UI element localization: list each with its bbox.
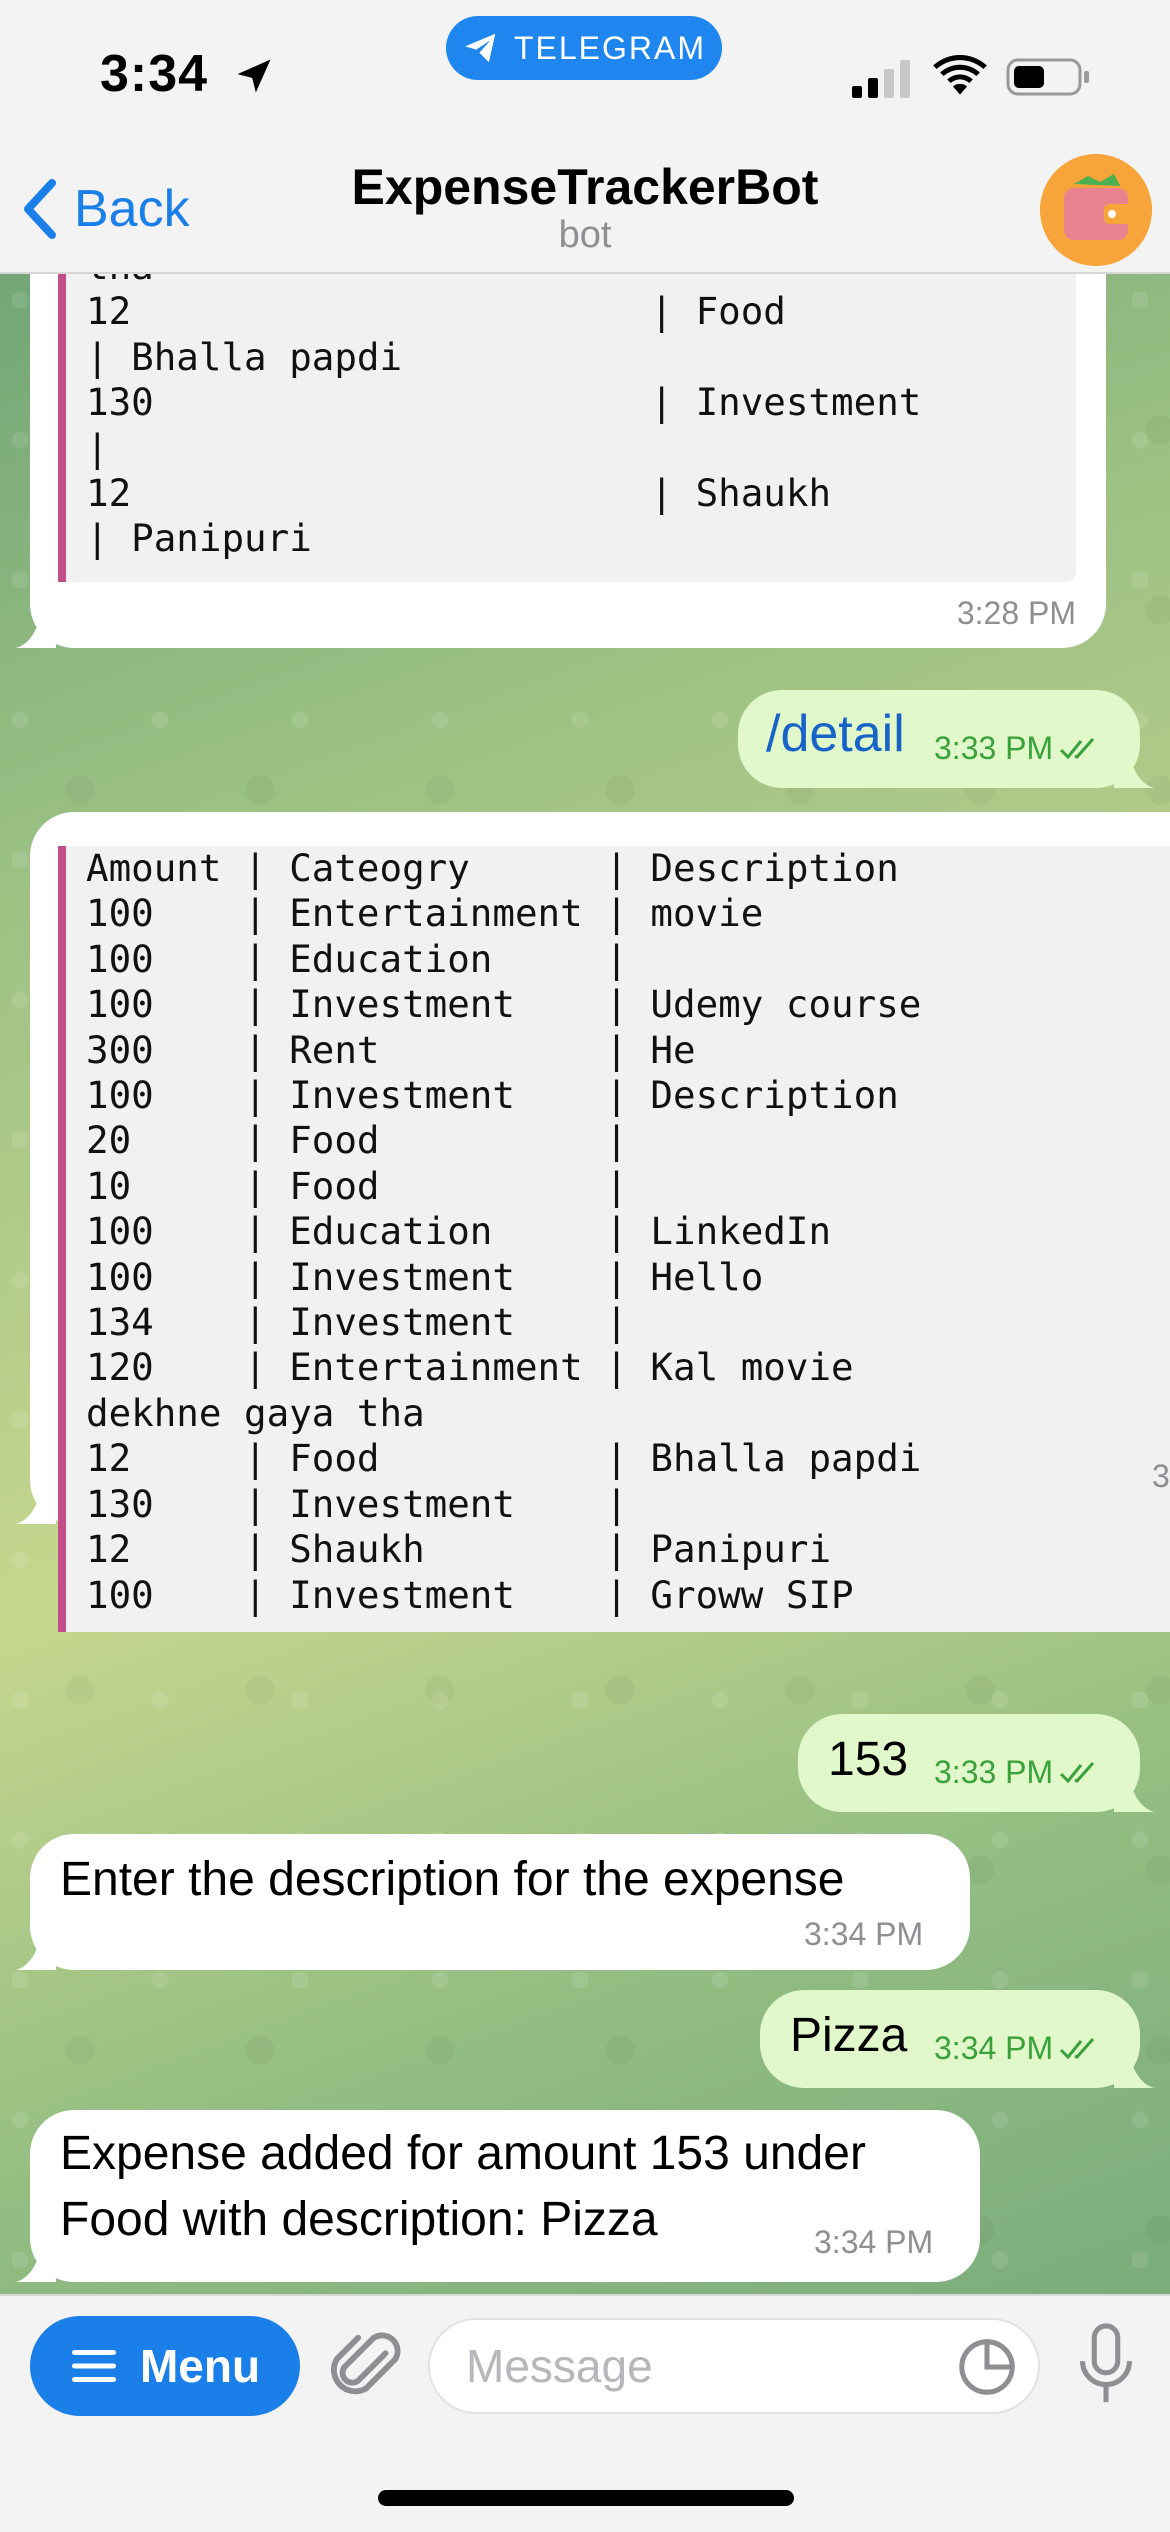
message-meta: 3:33 PM xyxy=(934,1754,1099,1791)
message-text: 153 xyxy=(828,1733,909,1786)
bubble-tail xyxy=(1114,748,1154,788)
code-block: tha 12 | Food | Bhalla papdi 130 | Inves… xyxy=(58,274,1076,582)
message-meta: 3:34 PM xyxy=(934,2030,1099,2067)
message-text: Pizza xyxy=(790,2009,908,2062)
message-meta: 3:33 PM xyxy=(934,730,1099,767)
bubble-tail xyxy=(16,1930,56,1970)
bubble-tail xyxy=(1114,1772,1154,1812)
bubble-tail xyxy=(1114,2048,1154,2088)
microphone-icon[interactable] xyxy=(1076,2322,1136,2408)
message-time: 3:33 PM xyxy=(934,730,1054,766)
telegram-return-pill[interactable]: TELEGRAM xyxy=(446,16,722,80)
wifi-icon xyxy=(933,55,987,95)
message-time: 3:34 PM xyxy=(934,2030,1054,2066)
message-input[interactable] xyxy=(428,2318,1040,2414)
menu-lines-icon xyxy=(71,2350,116,2382)
back-label: Back xyxy=(74,180,190,238)
chat-subtitle: bot xyxy=(558,214,612,256)
location-arrow-icon xyxy=(237,59,271,93)
bubble-tail xyxy=(16,2242,56,2282)
paperclip-icon[interactable] xyxy=(330,2326,402,2408)
signal-icon xyxy=(852,60,910,98)
message-time: 3:33 PM xyxy=(934,1754,1054,1790)
message-time: 3 xyxy=(1152,1458,1170,1494)
status-time: 3:34 xyxy=(100,45,209,103)
telegram-plane-icon xyxy=(465,33,496,63)
menu-button[interactable]: Menu xyxy=(30,2316,300,2416)
message-list[interactable]: tha 12 | Food | Bhalla papdi 130 | Inves… xyxy=(0,274,1170,2294)
back-chevron-icon xyxy=(24,179,56,239)
sticker-icon[interactable] xyxy=(956,2336,1018,2398)
telegram-pill-label: TELEGRAM xyxy=(513,29,707,66)
double-check-icon xyxy=(1060,2037,1095,2059)
message-bubble-incoming[interactable]: Expense added for amount 153 under Food … xyxy=(16,2110,980,2282)
battery-icon xyxy=(1006,58,1089,96)
message-bubble-incoming[interactable]: Amount | Cateogry | Description 100 | En… xyxy=(16,812,1170,1632)
double-check-icon xyxy=(1060,1761,1095,1783)
message-bubble-outgoing[interactable]: Pizza 3:34 PM xyxy=(760,1990,1154,2088)
wallet-icon xyxy=(1040,154,1152,266)
code-block: Amount | Cateogry | Description 100 | En… xyxy=(58,846,1170,1632)
message-time: 3:34 PM xyxy=(814,2224,934,2260)
double-check-icon xyxy=(1060,737,1095,759)
message-text: Enter the description for the expense xyxy=(60,1853,845,1906)
bot-avatar[interactable] xyxy=(1040,154,1152,266)
message-bubble-outgoing[interactable]: /detail 3:33 PM xyxy=(738,690,1154,788)
message-bubble-outgoing[interactable]: 153 3:33 PM xyxy=(798,1714,1154,1812)
message-bubble-incoming[interactable]: tha 12 | Food | Bhalla papdi 130 | Inves… xyxy=(16,274,1106,648)
bubble-tail xyxy=(16,608,56,648)
command-link[interactable]: /detail xyxy=(766,704,905,764)
message-time: 3:34 PM xyxy=(804,1916,924,1952)
chat-header: Back ExpenseTrackerBot bot xyxy=(0,150,1170,274)
bubble-tail xyxy=(16,1484,56,1524)
home-indicator[interactable] xyxy=(378,2490,794,2506)
message-bubble-incoming[interactable]: Enter the description for the expense 3:… xyxy=(16,1834,970,1970)
message-text-line: Food with description: Pizza xyxy=(60,2193,658,2246)
status-bar: 3:34 TELEGRAM xyxy=(0,0,1170,150)
back-button[interactable]: Back xyxy=(20,174,190,244)
message-time: 3:28 PM xyxy=(956,595,1076,631)
chat-title[interactable]: ExpenseTrackerBot xyxy=(285,158,885,216)
menu-label: Menu xyxy=(139,2340,261,2392)
message-text-line: Expense added for amount 153 under xyxy=(60,2127,866,2180)
